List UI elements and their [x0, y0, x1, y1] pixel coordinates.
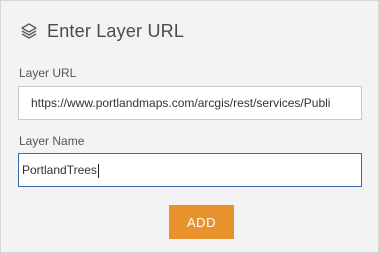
panel-header: Enter Layer URL — [20, 19, 184, 43]
layer-name-label: Layer Name — [19, 134, 85, 148]
layer-name-input[interactable]: PortlandTrees — [18, 153, 362, 187]
layer-url-value: https://www.portlandmaps.com/arcgis/rest… — [31, 96, 331, 110]
layer-url-label: Layer URL — [19, 66, 77, 80]
enter-layer-url-panel: Enter Layer URL Layer URL https://www.po… — [0, 0, 379, 253]
layers-icon — [20, 22, 38, 40]
layer-url-input[interactable]: https://www.portlandmaps.com/arcgis/rest… — [18, 86, 362, 120]
layer-name-value: PortlandTrees — [22, 163, 97, 177]
panel-title: Enter Layer URL — [47, 20, 185, 41]
text-caret — [97, 163, 99, 178]
add-button[interactable]: ADD — [169, 205, 234, 239]
